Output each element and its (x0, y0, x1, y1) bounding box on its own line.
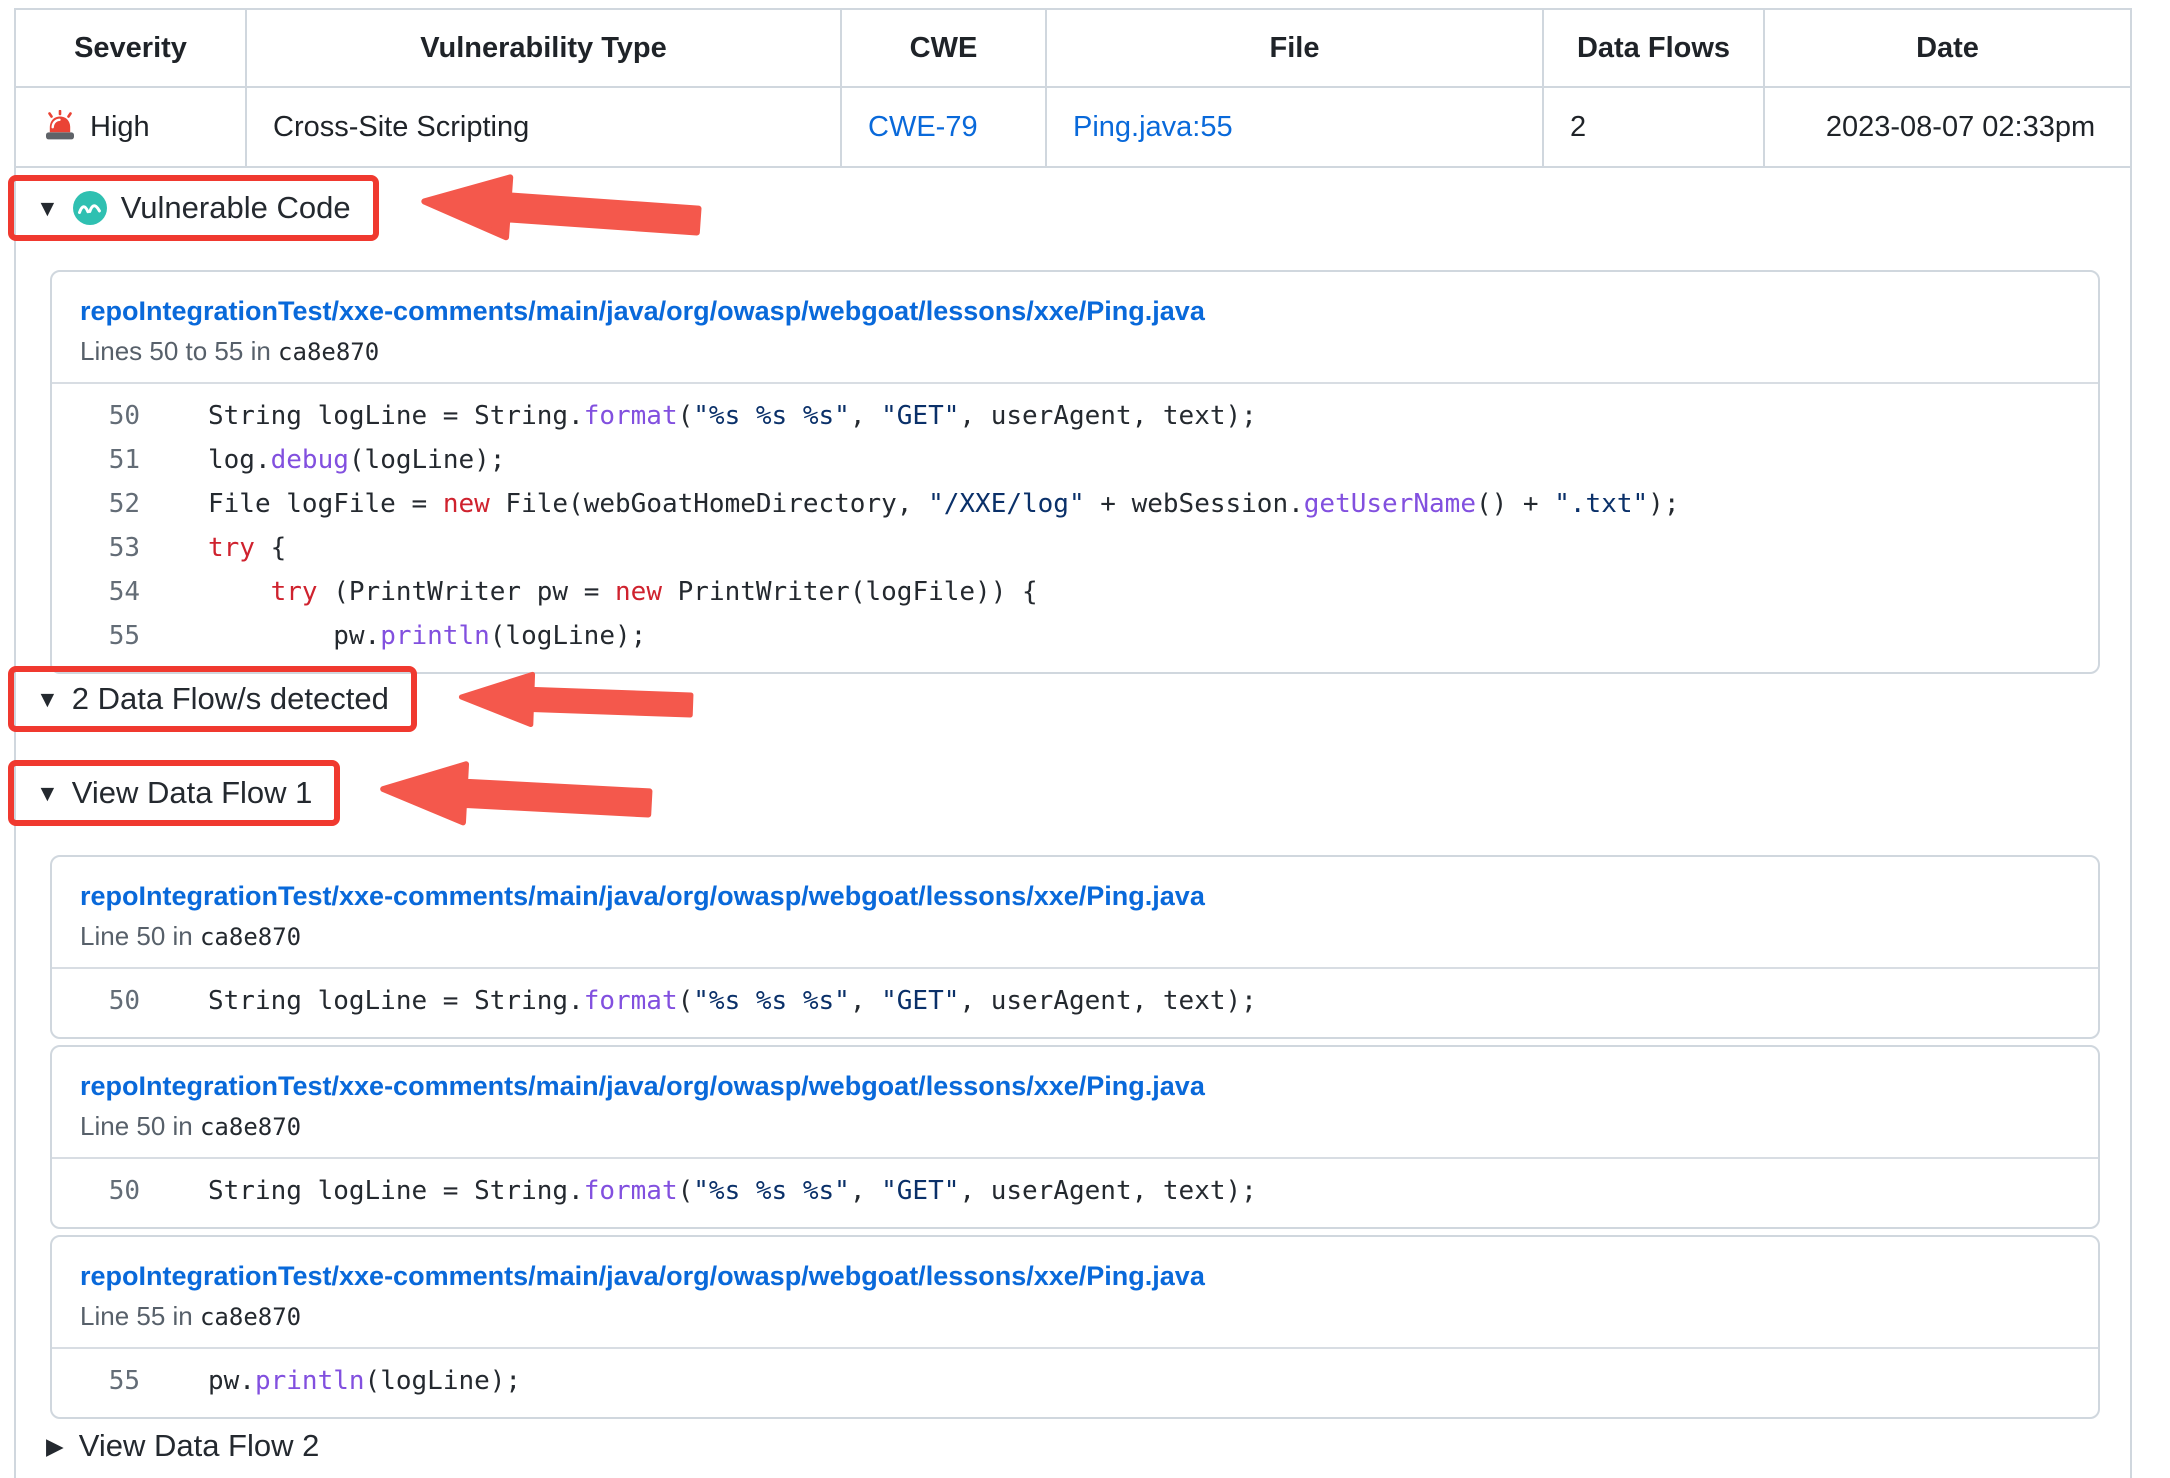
header-date: Date (1764, 9, 2131, 87)
data-flow-step-panel: repoIntegrationTest/xxe-comments/main/ja… (50, 855, 2100, 1039)
header-severity: Severity (15, 9, 246, 87)
code-line: 50String logLine = String.format("%s %s … (52, 394, 2098, 438)
severity-value: High (90, 111, 150, 144)
line-number: 50 (52, 394, 140, 438)
line-number: 54 (52, 570, 140, 614)
data-flows-toggle[interactable]: ▼ 2 Data Flow/s detected (36, 681, 389, 717)
line-number: 55 (52, 1359, 140, 1403)
annotation-highlight-box: ▼ 2 Data Flow/s detected (8, 666, 417, 732)
section-label: View Data Flow 1 (72, 775, 313, 811)
code-panel-header: repoIntegrationTest/xxe-comments/main/ja… (52, 857, 2098, 967)
commit-hash: ca8e870 (278, 338, 379, 366)
data-flow-step-panel: repoIntegrationTest/xxe-comments/main/ja… (50, 1045, 2100, 1229)
code-panel-header: repoIntegrationTest/xxe-comments/main/ja… (52, 1237, 2098, 1347)
line-number: 53 (52, 526, 140, 570)
code-area: 55pw.println(logLine); (52, 1349, 2098, 1417)
code-line: 53try { (52, 526, 2098, 570)
file-cell: Ping.java:55 (1046, 87, 1543, 167)
cwe-link[interactable]: CWE-79 (868, 111, 978, 143)
code-panel-header: repoIntegrationTest/xxe-comments/main/ja… (52, 1047, 2098, 1157)
code-line: 55pw.println(logLine); (52, 1359, 2098, 1403)
code-line: 55 pw.println(logLine); (52, 614, 2098, 658)
data-flow-step-panel: repoIntegrationTest/xxe-comments/main/ja… (50, 1235, 2100, 1419)
line-number: 55 (52, 614, 140, 658)
code-line: 54 try (PrintWriter pw = new PrintWriter… (52, 570, 2098, 614)
code-text: pw.println(logLine); (140, 614, 646, 658)
annotation-highlight-box: ▼ Vulnerable Code (8, 175, 379, 241)
header-file: File (1046, 9, 1543, 87)
header-cwe: CWE (841, 9, 1046, 87)
view-data-flow-1-toggle[interactable]: ▼ View Data Flow 1 (36, 775, 312, 811)
code-line: 52File logFile = new File(webGoatHomeDir… (52, 482, 2098, 526)
triangle-down-icon: ▼ (36, 197, 59, 220)
code-text: try { (140, 526, 286, 570)
section-label: Vulnerable Code (121, 190, 351, 226)
vulnerability-summary-table: Severity Vulnerability Type CWE File Dat… (14, 8, 2132, 168)
line-number: 52 (52, 482, 140, 526)
code-area: 50String logLine = String.format("%s %s … (52, 969, 2098, 1037)
triangle-right-icon: ▶ (46, 1435, 64, 1458)
line-number: 50 (52, 979, 140, 1023)
red-arrow-icon (418, 166, 704, 256)
file-path-link[interactable]: repoIntegrationTest/xxe-comments/main/ja… (80, 879, 2070, 913)
mend-logo-icon (72, 190, 108, 226)
line-info: Line 50 in ca8e870 (80, 920, 2070, 953)
code-text: File logFile = new File(webGoatHomeDirec… (140, 482, 1679, 526)
vulnerable-code-section-header: ▼ Vulnerable Code (8, 175, 379, 241)
date-cell: 2023-08-07 02:33pm (1764, 87, 2131, 167)
table-row: High Cross-Site Scripting CWE-79 Ping.ja… (15, 87, 2131, 167)
header-vulnerability-type: Vulnerability Type (246, 9, 841, 87)
file-path-link[interactable]: repoIntegrationTest/xxe-comments/main/ja… (80, 1259, 2070, 1293)
code-panel-header: repoIntegrationTest/xxe-comments/main/ja… (52, 272, 2098, 382)
vulnerable-code-toggle[interactable]: ▼ Vulnerable Code (36, 190, 351, 226)
commit-hash: ca8e870 (200, 923, 301, 951)
file-link[interactable]: Ping.java:55 (1073, 111, 1233, 143)
red-arrow-icon (457, 664, 695, 738)
code-line: 51log.debug(logLine); (52, 438, 2098, 482)
commit-hash: ca8e870 (200, 1303, 301, 1331)
code-area: 50String logLine = String.format("%s %s … (52, 1159, 2098, 1227)
section-label: View Data Flow 2 (79, 1428, 320, 1464)
siren-icon (42, 110, 78, 144)
commit-hash: ca8e870 (200, 1113, 301, 1141)
view-data-flow-2-toggle[interactable]: ▶ View Data Flow 2 (46, 1428, 319, 1464)
vulnerable-code-panel: repoIntegrationTest/xxe-comments/main/ja… (50, 270, 2100, 674)
severity-cell: High (15, 87, 246, 167)
code-area: 50String logLine = String.format("%s %s … (52, 384, 2098, 672)
annotation-highlight-box: ▼ View Data Flow 1 (8, 760, 340, 826)
line-number: 51 (52, 438, 140, 482)
view-data-flow-2-section-header: ▶ View Data Flow 2 (46, 1428, 319, 1464)
vulnerability-type-cell: Cross-Site Scripting (246, 87, 841, 167)
code-text: log.debug(logLine); (140, 438, 505, 482)
code-text: String logLine = String.format("%s %s %s… (140, 1169, 1257, 1213)
table-header-row: Severity Vulnerability Type CWE File Dat… (15, 9, 2131, 87)
vulnerability-report: Severity Vulnerability Type CWE File Dat… (14, 8, 2132, 1478)
line-info: Line 50 in ca8e870 (80, 1110, 2070, 1143)
data-flows-section-header: ▼ 2 Data Flow/s detected (8, 666, 417, 732)
section-label: 2 Data Flow/s detected (72, 681, 389, 717)
file-path-link[interactable]: repoIntegrationTest/xxe-comments/main/ja… (80, 294, 2070, 328)
header-data-flows: Data Flows (1543, 9, 1764, 87)
cwe-cell: CWE-79 (841, 87, 1046, 167)
line-info: Line 55 in ca8e870 (80, 1300, 2070, 1333)
code-text: String logLine = String.format("%s %s %s… (140, 979, 1257, 1023)
code-text: String logLine = String.format("%s %s %s… (140, 394, 1257, 438)
data-flows-cell: 2 (1543, 87, 1764, 167)
file-path-link[interactable]: repoIntegrationTest/xxe-comments/main/ja… (80, 1069, 2070, 1103)
code-line: 50String logLine = String.format("%s %s … (52, 1169, 2098, 1213)
code-line: 50String logLine = String.format("%s %s … (52, 979, 2098, 1023)
code-text: pw.println(logLine); (140, 1359, 521, 1403)
line-info: Lines 50 to 55 in ca8e870 (80, 335, 2070, 368)
code-text: try (PrintWriter pw = new PrintWriter(lo… (140, 570, 1038, 614)
triangle-down-icon: ▼ (36, 688, 59, 711)
view-data-flow-1-section-header: ▼ View Data Flow 1 (8, 760, 340, 826)
triangle-down-icon: ▼ (36, 782, 59, 805)
line-number: 50 (52, 1169, 140, 1213)
red-arrow-icon (368, 754, 663, 837)
